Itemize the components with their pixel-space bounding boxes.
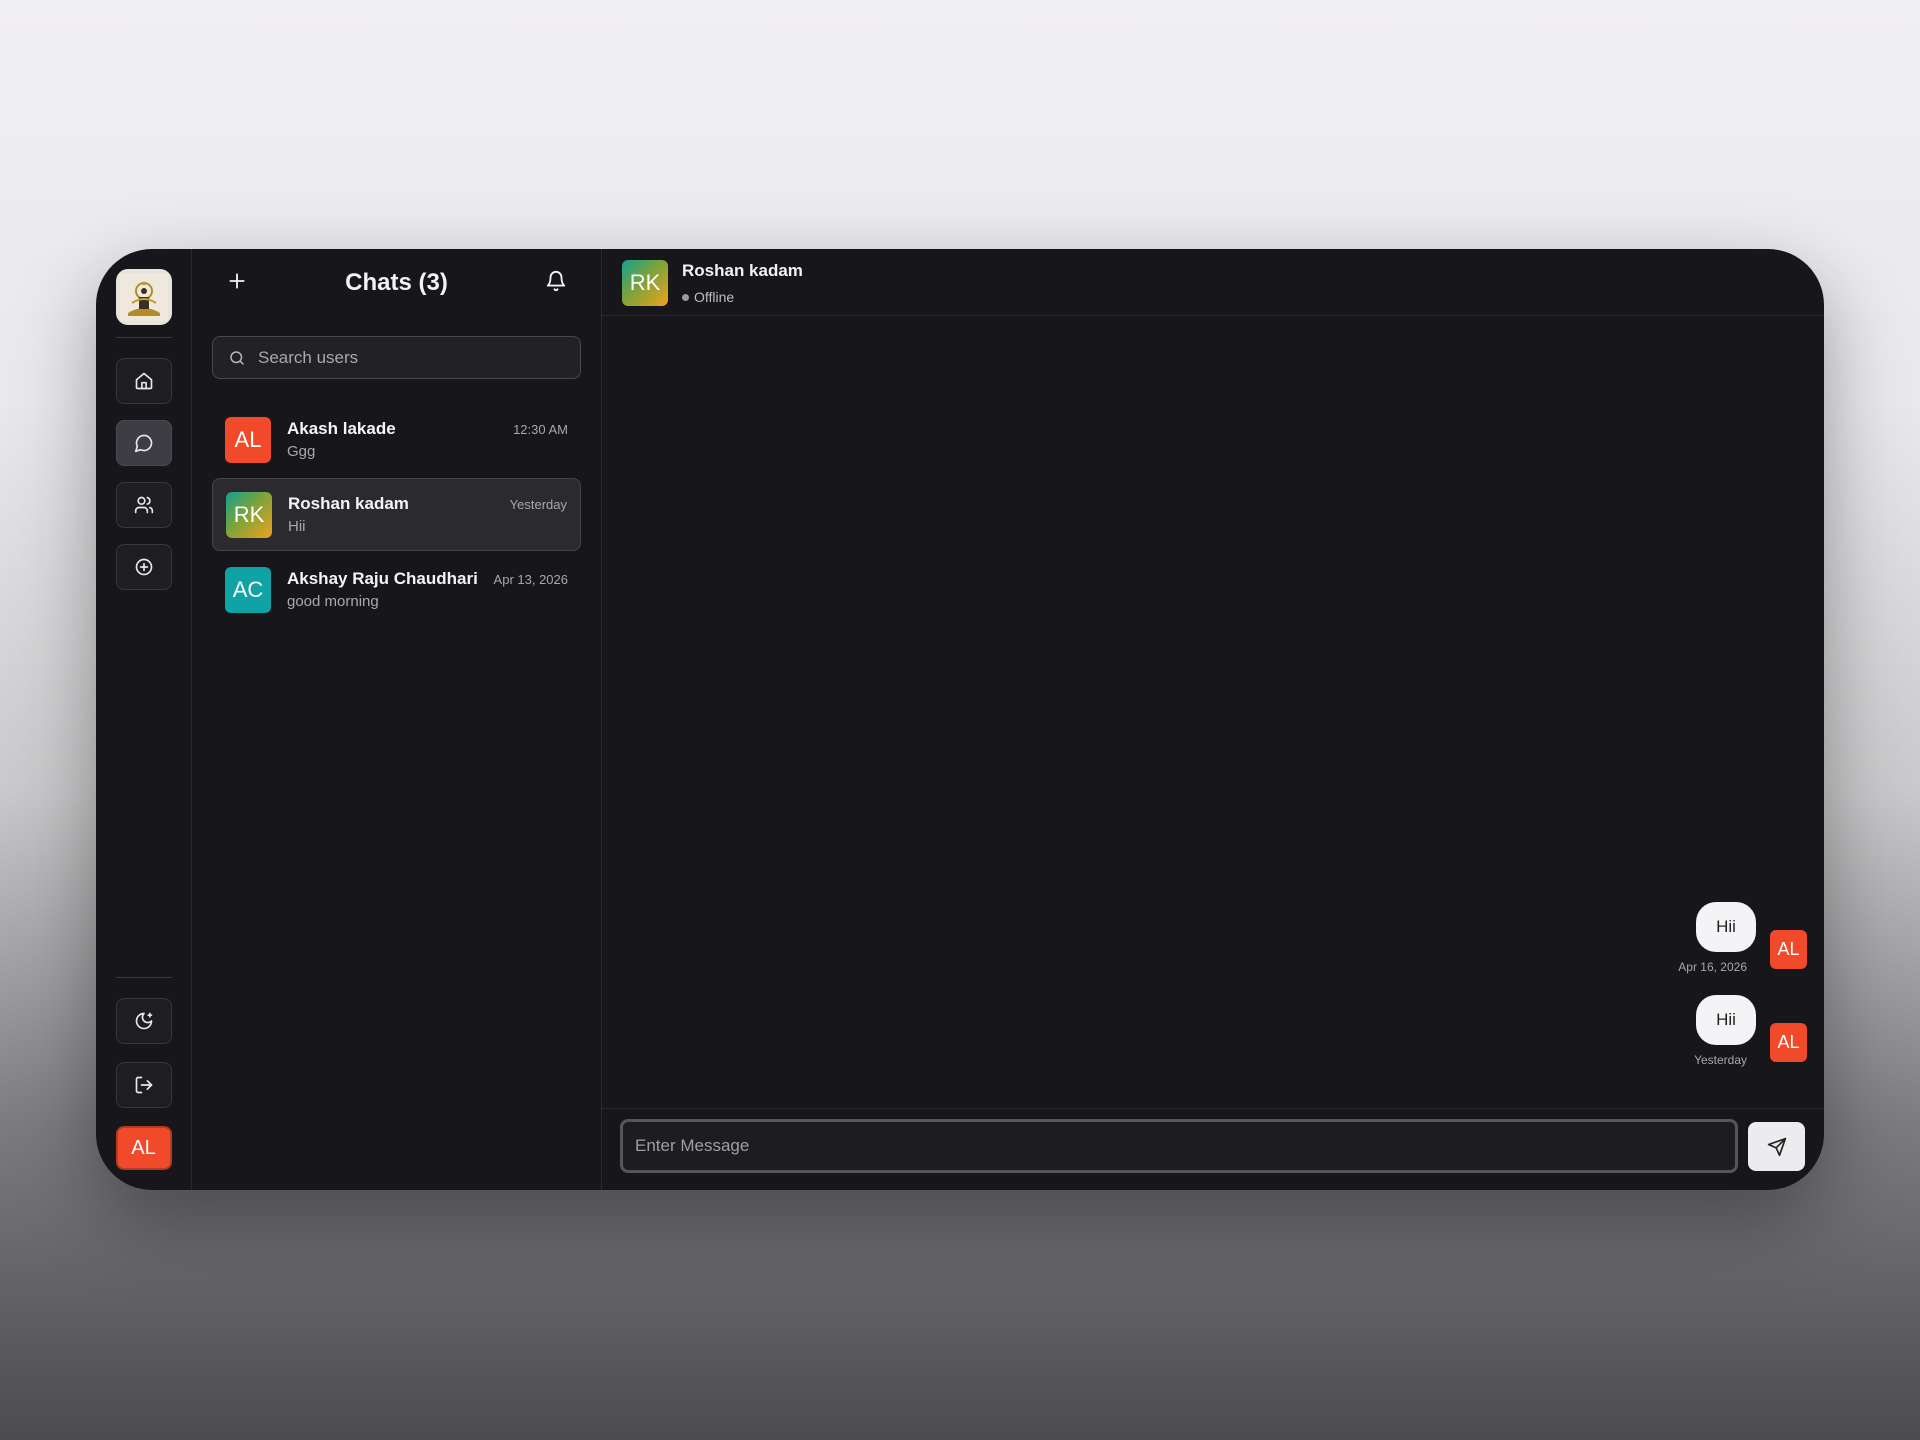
- contact-name: Roshan kadam: [682, 261, 803, 280]
- chat-list-title: Chats (3): [345, 269, 448, 296]
- logout-icon: [135, 1076, 152, 1094]
- nav-add-button[interactable]: [115, 544, 172, 590]
- search-icon: [230, 350, 244, 365]
- theme-toggle-button[interactable]: [115, 998, 172, 1044]
- rail-divider: [115, 977, 172, 978]
- send-button[interactable]: [1748, 1122, 1805, 1171]
- chat-preview: good morning: [287, 593, 379, 610]
- message-input[interactable]: [635, 1136, 1735, 1156]
- avatar: RK: [226, 491, 272, 538]
- conversation-header: RK Roshan kadam Offline: [602, 249, 1824, 316]
- chat-app-window: AL Chats (3) AL: [96, 249, 1824, 1190]
- composer-divider: [602, 1108, 1824, 1109]
- plus-circle-icon: [135, 558, 152, 576]
- message-circle-icon: [134, 434, 152, 453]
- avatar: AL: [225, 416, 271, 463]
- chat-list-item[interactable]: AL Akash lakade 12:30 AM Ggg: [212, 403, 581, 476]
- chat-time: Apr 13, 2026: [493, 572, 568, 587]
- sidebar-rail: AL: [96, 249, 192, 1190]
- chat-preview: Hii: [288, 518, 306, 535]
- search-input[interactable]: [258, 347, 558, 368]
- search-box: [212, 336, 581, 379]
- rail-divider: [115, 337, 172, 338]
- moon-star-icon: [135, 1012, 152, 1030]
- nav-chats-button[interactable]: [115, 420, 172, 466]
- sender-avatar: AL: [1770, 1023, 1807, 1062]
- chat-preview: Ggg: [287, 443, 316, 460]
- logout-button[interactable]: [115, 1062, 172, 1108]
- chat-time: Yesterday: [509, 497, 567, 512]
- chat-list-header: Chats (3): [192, 249, 601, 317]
- home-icon: [135, 372, 152, 390]
- message-bubble: Hii: [1696, 902, 1756, 952]
- chat-name: Akshay Raju Chaudhari: [287, 569, 478, 588]
- nav-home-button[interactable]: [115, 358, 172, 404]
- users-icon: [134, 496, 153, 514]
- message-input-box: [620, 1119, 1738, 1173]
- contact-avatar[interactable]: RK: [622, 260, 668, 306]
- status-dot-icon: [682, 293, 689, 301]
- app-logo[interactable]: [115, 269, 172, 325]
- notifications-button[interactable]: [541, 266, 571, 296]
- contact-status: Offline: [682, 289, 734, 305]
- bell-icon: [546, 271, 566, 292]
- avatar: AC: [225, 566, 271, 613]
- chat-name: Akash lakade: [287, 419, 396, 438]
- message-time: Yesterday: [1694, 1053, 1747, 1067]
- sender-avatar: AL: [1770, 930, 1807, 969]
- chat-list-panel: Chats (3) AL Akash lakade 12:30 AM Ggg: [192, 249, 602, 1190]
- send-icon: [1767, 1137, 1786, 1156]
- chat-time: 12:30 AM: [513, 422, 568, 437]
- nav-users-button[interactable]: [115, 482, 172, 528]
- emblem-icon: [119, 273, 168, 321]
- user-avatar[interactable]: AL: [115, 1126, 172, 1170]
- conversation-panel: RK Roshan kadam Offline Hii Apr 16, 2026…: [602, 249, 1824, 1190]
- chat-list-item[interactable]: AC Akshay Raju Chaudhari Apr 13, 2026 go…: [212, 553, 581, 626]
- chat-list-item-selected[interactable]: RK Roshan kadam Yesterday Hii: [212, 478, 581, 551]
- message-bubble: Hii: [1696, 995, 1756, 1045]
- status-text: Offline: [694, 289, 735, 305]
- chat-name: Roshan kadam: [288, 494, 409, 513]
- message-time: Apr 16, 2026: [1678, 960, 1747, 974]
